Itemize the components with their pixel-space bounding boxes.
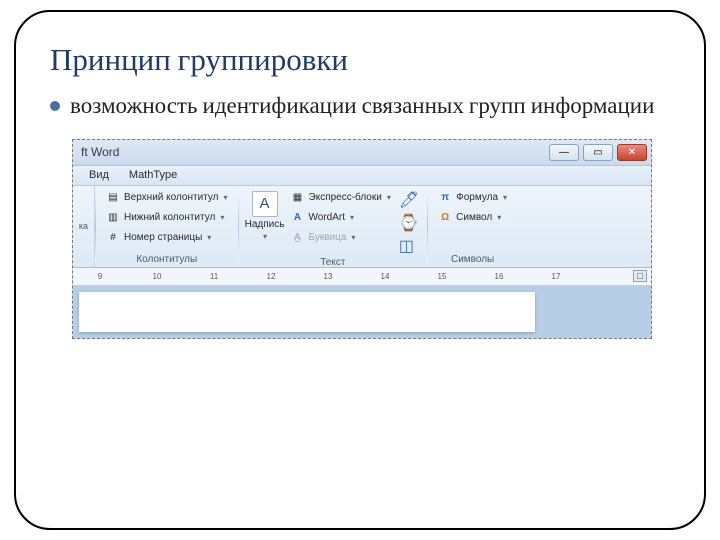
pagenumber-button[interactable]: # Номер страницы ▾ (104, 229, 230, 247)
menu-bar: Вид MathType (73, 166, 651, 186)
ruler-tick: 12 (250, 272, 292, 281)
textbox-icon: A (252, 191, 278, 217)
dropdown-icon: ▾ (224, 193, 228, 202)
group-label-symbols: Символы (436, 253, 509, 266)
formula-button[interactable]: π Формула ▾ (436, 189, 509, 207)
slide-title: Принцип группировки (50, 42, 676, 78)
wordart-icon: A (291, 211, 305, 225)
dropdown-icon: ▾ (350, 213, 354, 222)
object-icon[interactable]: ◫ (399, 236, 419, 256)
ribbon-group-kolontituly: ▤ Верхний колонтитул ▾ ▥ Нижний колонтит… (96, 186, 238, 267)
ruler-tick: 14 (364, 272, 406, 281)
maximize-button[interactable]: ▭ (583, 144, 613, 161)
formula-icon: π (438, 191, 452, 205)
ruler-tick: 10 (136, 272, 178, 281)
wordart-label: WordArt (309, 212, 346, 223)
ribbon-group-symbols: π Формула ▾ Ω Символ ▾ . Символы (428, 186, 517, 267)
bullet-text: возможность идентификации связанных груп… (70, 92, 654, 121)
window-title: ft Word (81, 145, 119, 159)
pagenumber-icon: # (106, 231, 120, 245)
ruler-tick: 13 (307, 272, 349, 281)
dropcap-icon: A̲ (291, 231, 305, 245)
dropdown-icon: ▾ (220, 213, 224, 222)
window-controls: — ▭ ✕ (549, 144, 647, 161)
ribbon-cut-edge: ка (73, 186, 95, 267)
ribbon: ка ▤ Верхний колонтитул ▾ ▥ Нижний колон… (73, 186, 651, 268)
footer-button[interactable]: ▥ Нижний колонтитул ▾ (104, 209, 230, 227)
bullet-dot-icon (50, 101, 60, 111)
quickparts-icon: ▦ (291, 191, 305, 205)
ruler-tick: 15 (421, 272, 463, 281)
textbox-label: Надпись (245, 219, 285, 230)
menu-mathtype[interactable]: MathType (129, 169, 177, 181)
ruler-toggle-icon[interactable]: ▢ (633, 270, 647, 282)
signature-icon[interactable]: 🖊 (399, 190, 419, 210)
wordart-button[interactable]: A WordArt ▾ (289, 209, 393, 227)
dropdown-icon: ▾ (207, 233, 211, 242)
slide-frame: Принцип группировки возможность идентифи… (14, 10, 706, 530)
menu-view[interactable]: Вид (89, 169, 109, 181)
pagenumber-label: Номер страницы (124, 232, 202, 243)
minimize-button[interactable]: — (549, 144, 579, 161)
header-button[interactable]: ▤ Верхний колонтитул ▾ (104, 189, 230, 207)
word-screenshot: ft Word — ▭ ✕ Вид MathType ка ▤ Верхний (72, 139, 652, 339)
dropdown-icon: ▾ (503, 193, 507, 202)
ribbon-group-text: A Надпись ▾ ▦ Экспресс-блоки ▾ A WordArt (239, 186, 428, 267)
ruler-tick: 16 (478, 272, 520, 281)
dropdown-icon: ▾ (497, 213, 501, 222)
close-button[interactable]: ✕ (617, 144, 647, 161)
formula-label: Формула (456, 192, 498, 203)
dropcap-button[interactable]: A̲ Буквица ▾ (289, 229, 393, 247)
quickparts-label: Экспресс-блоки (309, 192, 382, 203)
header-label: Верхний колонтитул (124, 192, 219, 203)
document-area (73, 286, 651, 338)
window-titlebar: ft Word — ▭ ✕ (73, 140, 651, 166)
symbol-icon: Ω (438, 211, 452, 225)
group-label-kolontituly: Колонтитулы (104, 253, 230, 266)
header-icon: ▤ (106, 191, 120, 205)
textbox-button[interactable]: A Надпись ▾ (247, 189, 283, 256)
document-page[interactable] (79, 292, 535, 332)
datetime-icon[interactable]: ⌚ (399, 213, 419, 233)
ruler: 9 10 11 12 13 14 15 16 17 ▢ (73, 268, 651, 286)
bullet-item: возможность идентификации связанных груп… (50, 92, 676, 121)
symbol-label: Символ (456, 212, 492, 223)
ruler-tick: 11 (193, 272, 235, 281)
ruler-tick: 9 (79, 272, 121, 281)
dropcap-label: Буквица (309, 232, 347, 243)
dropdown-icon: ▾ (351, 233, 355, 242)
dropdown-icon: ▾ (263, 232, 267, 241)
footer-label: Нижний колонтитул (124, 212, 215, 223)
footer-icon: ▥ (106, 211, 120, 225)
dropdown-icon: ▾ (387, 193, 391, 202)
ruler-tick: 17 (535, 272, 577, 281)
quickparts-button[interactable]: ▦ Экспресс-блоки ▾ (289, 189, 393, 207)
symbol-button[interactable]: Ω Символ ▾ (436, 209, 509, 227)
